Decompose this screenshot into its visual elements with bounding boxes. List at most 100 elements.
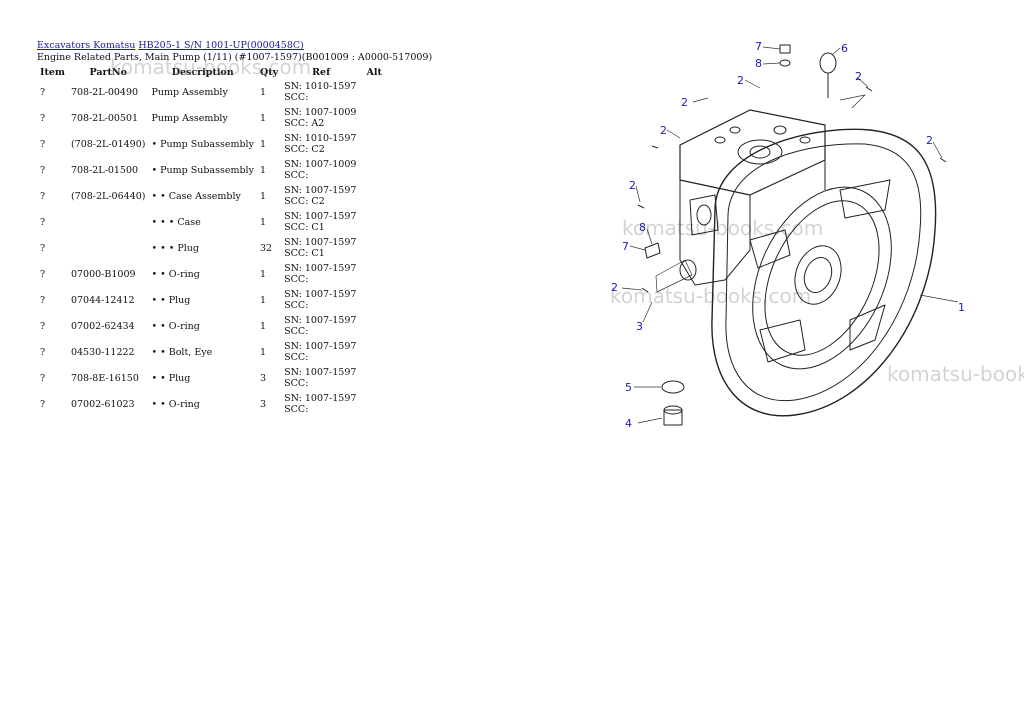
row-description: • Pump Subassembly	[151, 164, 254, 176]
row-item: ?	[40, 294, 46, 306]
row-description: • • O-ring	[151, 268, 200, 280]
row-description: • Pump Subassembly	[151, 138, 254, 150]
row-description: Pump Assembly	[151, 112, 228, 124]
callout-2: 2	[737, 74, 744, 87]
row-serial-range: SN: 1007-1597	[284, 237, 357, 248]
row-alt	[361, 235, 387, 261]
table-row: ? • • • Case 1 SN: 1007-1597 SCC: C1	[37, 209, 387, 235]
row-alt	[361, 339, 387, 365]
row-serial-range: SN: 1007-1597	[284, 211, 357, 222]
callout-2: 2	[629, 179, 636, 192]
row-qty: 1	[259, 320, 267, 332]
row-qty: 3	[259, 398, 267, 410]
callout-7: 7	[755, 40, 762, 53]
row-ref: SN: 1007-1009 SCC: A2	[281, 105, 361, 131]
row-item: ?	[40, 398, 46, 410]
row-description: • • Plug	[151, 294, 191, 306]
row-scc: SCC:	[284, 404, 309, 415]
row-partno	[68, 209, 149, 235]
header-description: Description	[171, 67, 234, 78]
row-scc: SCC: C2	[284, 196, 325, 207]
row-qty: 3	[259, 372, 267, 384]
breadcrumb-link-category[interactable]: Excavators Komatsu	[37, 40, 135, 51]
row-item: ?	[40, 268, 46, 280]
row-ref: SN: 1007-1009 SCC:	[281, 157, 361, 183]
row-partno: 708-2L-01500	[70, 164, 139, 176]
table-row: ? 708-2L-01500 • Pump Subassembly 1 SN: 1007…	[37, 157, 387, 183]
row-serial-range: SN: 1007-1009	[284, 107, 357, 118]
row-scc: SCC:	[284, 170, 309, 181]
row-ref: SN: 1007-1597 SCC:	[281, 313, 361, 339]
row-ref: SN: 1007-1597 SCC:	[281, 261, 361, 287]
row-ref: SN: 1010-1597 SCC:	[281, 79, 361, 105]
row-description: • • Plug	[151, 372, 191, 384]
row-qty: 1	[259, 164, 267, 176]
exploded-parts-diagram: 7 8 6 2 2 2 2 2 2 8 7 2 3 1 5 4 00015751	[611, 40, 965, 430]
row-partno	[68, 235, 149, 261]
table-row: ? 04530-11222 • • Bolt, Eye 1 SN: 1007-1597 S…	[37, 339, 387, 365]
row-item: ?	[40, 346, 46, 358]
row-description: • • • Plug	[151, 242, 199, 254]
row-serial-range: SN: 1007-1597	[284, 315, 357, 326]
row-ref: SN: 1007-1597 SCC:	[281, 365, 361, 391]
callout-2: 2	[660, 124, 667, 137]
row-serial-range: SN: 1007-1009	[284, 159, 357, 170]
row-serial-range: SN: 1010-1597	[284, 81, 357, 92]
breadcrumb: Excavators Komatsu HB205-1 S/N 1001-UP(0…	[37, 40, 304, 51]
callout-7: 7	[622, 240, 629, 253]
housing-flange-drawing	[711, 128, 937, 417]
row-qty: 1	[259, 112, 267, 124]
header-partno: PartNo	[89, 67, 127, 78]
row-alt	[361, 209, 387, 235]
row-qty: 1	[259, 190, 267, 202]
row-serial-range: SN: 1010-1597	[284, 133, 357, 144]
row-ref: SN: 1007-1597 SCC: C1	[281, 235, 361, 261]
row-scc: SCC: C1	[284, 248, 325, 259]
row-scc: SCC:	[284, 274, 309, 285]
row-ref: SN: 1007-1597 SCC: C1	[281, 209, 361, 235]
row-partno: (708-2L-01490)	[70, 138, 146, 150]
row-description: • • O-ring	[151, 398, 200, 410]
row-partno: 708-2L-00490	[70, 86, 139, 98]
table-row: ? (708-2L-01490) • Pump Subassembly 1 SN: 10…	[37, 131, 387, 157]
row-alt	[361, 183, 387, 209]
row-alt	[361, 287, 387, 313]
row-ref: SN: 1007-1597 SCC:	[281, 287, 361, 313]
row-serial-range: SN: 1007-1597	[284, 263, 357, 274]
row-partno: 07002-61023	[70, 398, 135, 410]
row-partno: 708-8E-16150	[70, 372, 139, 384]
table-row: ? 07044-12412 • • Plug 1 SN: 1007-1597 SCC:	[37, 287, 387, 313]
row-ref: SN: 1010-1597 SCC: C2	[281, 131, 361, 157]
row-alt	[361, 365, 387, 391]
row-scc: SCC: C2	[284, 144, 325, 155]
table-header-row: Item PartNo Description Qty Ref Alt	[37, 66, 387, 79]
row-alt	[361, 79, 387, 105]
parts-table: Item PartNo Description Qty Ref Alt ? 708…	[37, 66, 387, 417]
row-alt	[361, 157, 387, 183]
table-row: ? 07000-B1009 • • O-ring 1 SN: 1007-1597 SCC:	[37, 261, 387, 287]
row-item: ?	[40, 372, 46, 384]
header-qty: Qty	[259, 67, 279, 78]
row-scc: SCC:	[284, 352, 309, 363]
row-ref: SN: 1007-1597 SCC: C2	[281, 183, 361, 209]
row-partno: 07000-B1009	[70, 268, 136, 280]
breadcrumb-link-model[interactable]: HB205-1 S/N 1001-UP(0000458C)	[138, 40, 304, 51]
callout-4: 4	[625, 417, 632, 430]
row-item: ?	[40, 138, 46, 150]
row-serial-range: SN: 1007-1597	[284, 289, 357, 300]
header-item: Item	[40, 67, 65, 78]
row-scc: SCC:	[284, 300, 309, 311]
callout-5: 5	[625, 381, 632, 394]
callout-1: 1	[958, 301, 965, 314]
plug-and-oring-drawing	[661, 380, 685, 426]
row-scc: SCC:	[284, 92, 309, 103]
callout-8: 8	[639, 221, 646, 234]
row-serial-range: SN: 1007-1597	[284, 393, 357, 404]
table-row: ? 708-2L-00490 Pump Assembly 1 SN: 1010-1597…	[37, 79, 387, 105]
row-item: ?	[40, 242, 46, 254]
row-item: ?	[40, 112, 46, 124]
row-description: • • O-ring	[151, 320, 200, 332]
row-item: ?	[40, 190, 46, 202]
row-item: ?	[40, 320, 46, 332]
row-qty: 32	[259, 242, 273, 254]
